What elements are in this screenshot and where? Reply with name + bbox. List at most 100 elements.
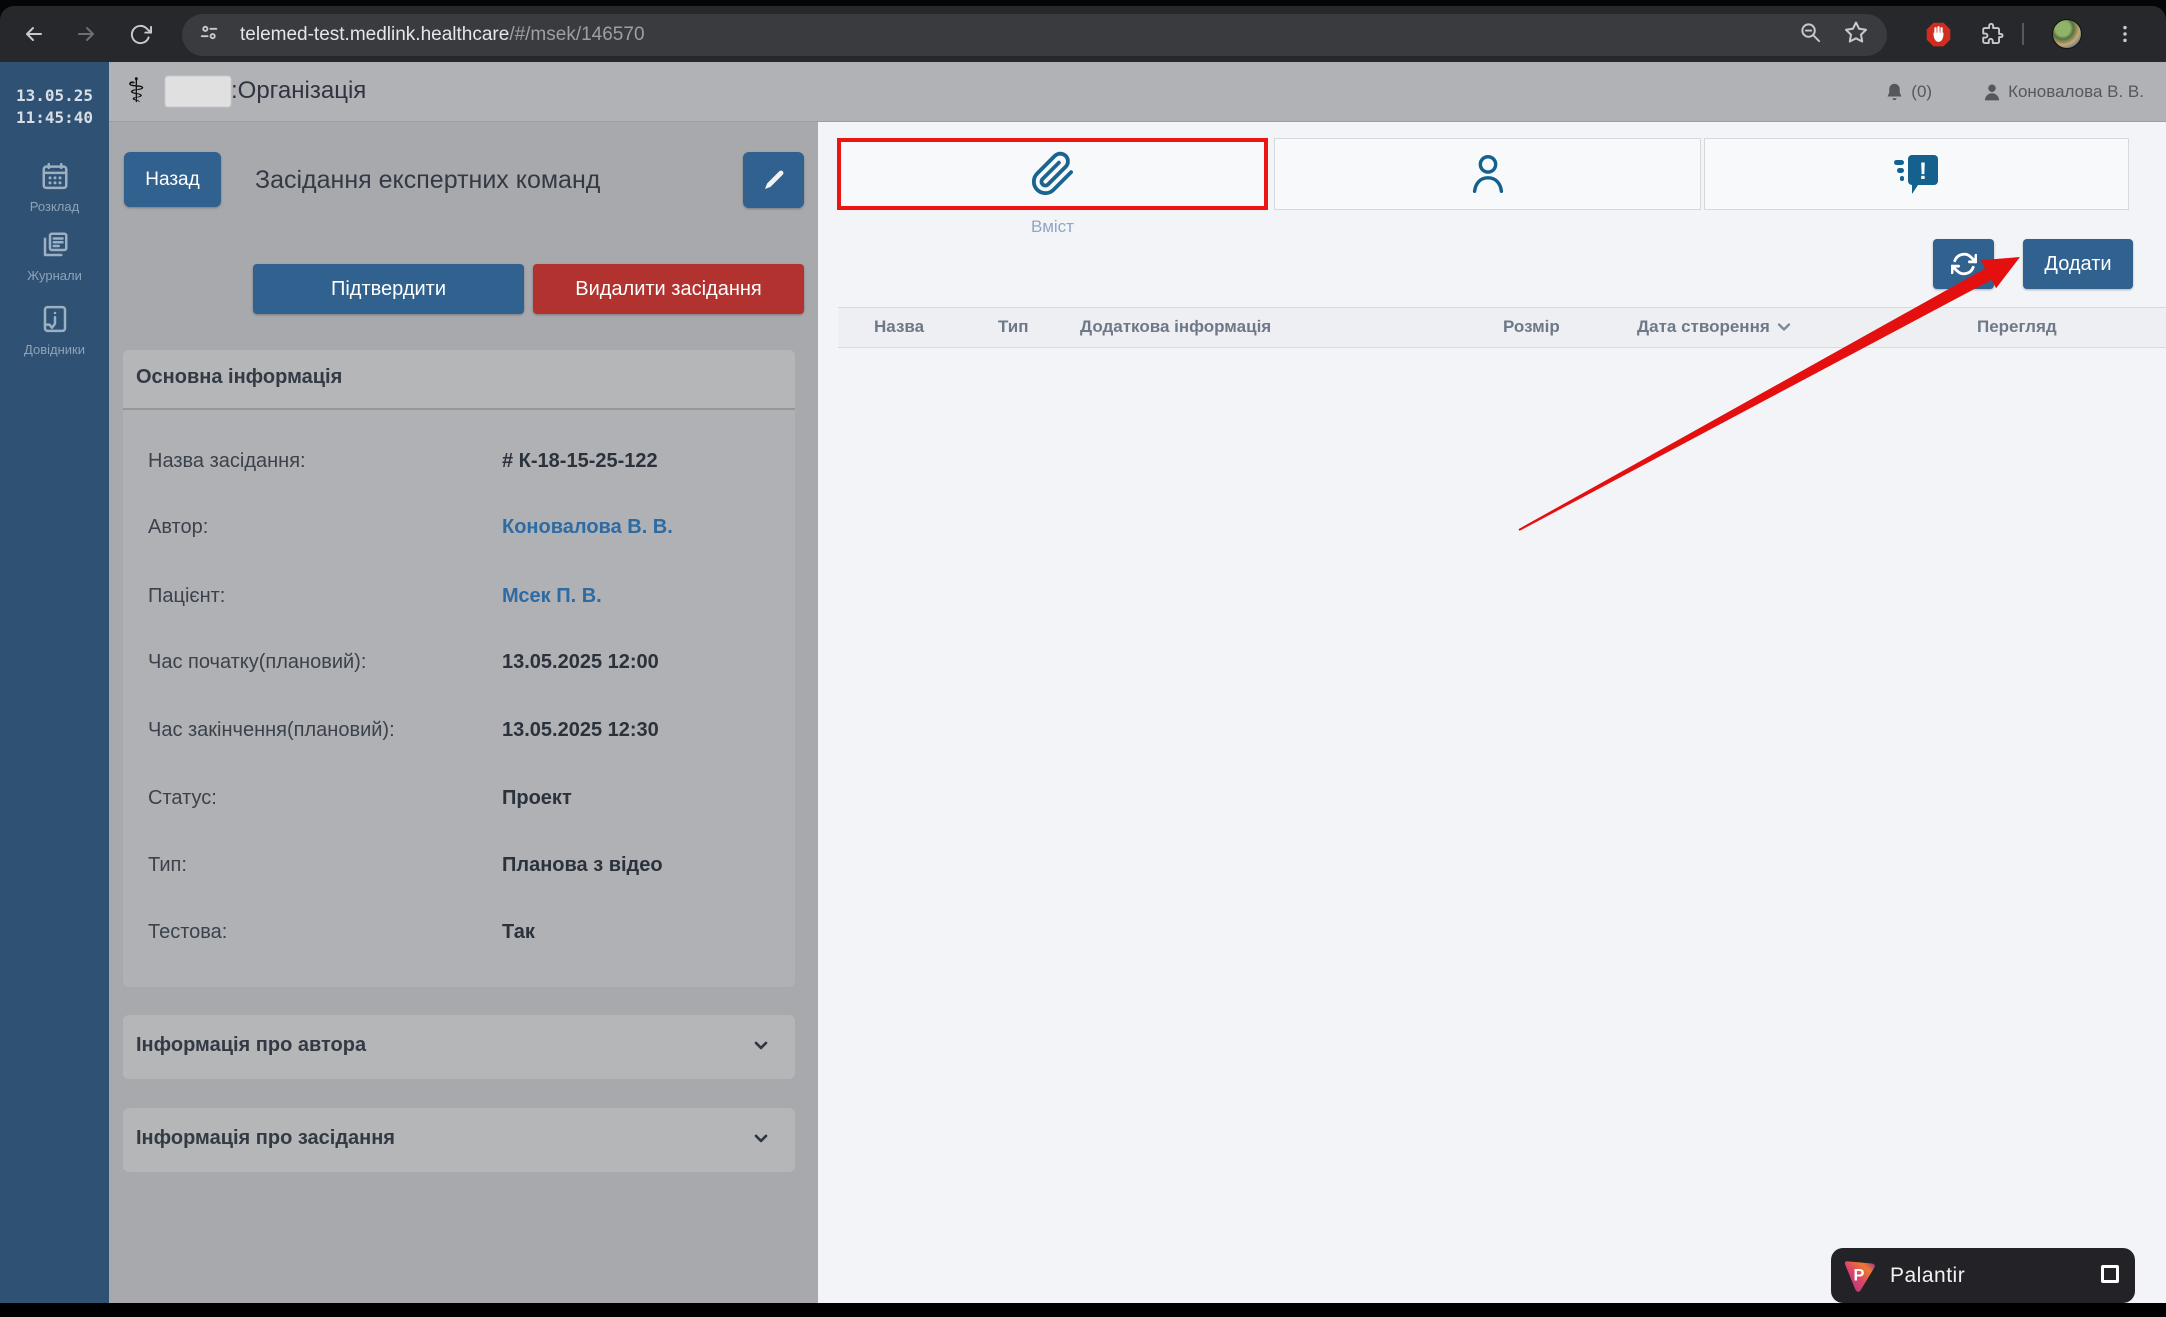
avatar [2052, 19, 2082, 49]
user-name: Коновалова В. В. [2008, 82, 2144, 102]
confirm-button[interactable]: Підтвердити [253, 264, 524, 314]
stop-hand-icon [1925, 21, 1952, 48]
extensions-puzzle-icon[interactable] [1978, 20, 2006, 48]
edit-meeting-button[interactable] [743, 152, 804, 208]
caduceus-icon: ⚕ [127, 69, 145, 113]
calendar-icon [40, 161, 70, 191]
patient-link[interactable]: Мсек П. В. [502, 585, 602, 608]
refresh-icon [1951, 251, 1977, 277]
section-title: Основна інформація [136, 366, 342, 389]
field-label: Статус: [148, 787, 217, 810]
field-row-patient: Пацієнт: Мсек П. В. [123, 585, 795, 615]
field-label: Автор: [148, 516, 208, 539]
content-panel: ! Вміст Додати Назва Тип Додаткова інфор… [818, 122, 2166, 1303]
add-button[interactable]: Додати [2023, 239, 2133, 289]
bookmark-star-icon[interactable] [1844, 21, 1868, 50]
tune-icon [198, 22, 220, 44]
browser-profile-avatar[interactable] [2052, 19, 2082, 49]
field-value: 13.05.2025 12:00 [502, 651, 659, 674]
journals-icon [40, 230, 70, 260]
address-bar[interactable]: telemed-test.medlink.healthcare/#/msek/1… [182, 14, 1887, 56]
field-row-type: Тип: Планова з відео [123, 854, 795, 884]
three-dot-menu-icon [2114, 23, 2136, 45]
back-arrow-icon [22, 22, 46, 46]
field-label: Тестова: [148, 921, 227, 944]
user-menu-button[interactable]: Коновалова В. В. [1982, 82, 2144, 102]
adblock-extension-icon[interactable] [1924, 20, 1952, 48]
author-info-section-toggle[interactable]: Інформація про автора [123, 1015, 795, 1079]
field-value: # К-18-15-25-122 [502, 450, 658, 473]
column-header-size[interactable]: Розмір [1503, 317, 1560, 337]
reference-book-icon [40, 304, 70, 334]
column-header-preview[interactable]: Перегляд [1977, 317, 2057, 337]
field-row-author: Автор: Коновалова В. В. [123, 516, 795, 546]
sidebar-item-journals[interactable]: Журнали [0, 230, 109, 283]
browser-forward-button[interactable] [69, 17, 103, 51]
organization-title: :Організація [231, 77, 366, 105]
url-text[interactable]: telemed-test.medlink.healthcare/#/msek/1… [240, 24, 645, 46]
toolbar-divider [2022, 23, 2024, 45]
tab-participants[interactable] [1274, 138, 1701, 210]
active-tab-label: Вміст [837, 217, 1268, 237]
sidebar-time: 11:45:40 [0, 108, 109, 127]
field-value: Планова з відео [502, 854, 663, 877]
section-title: Інформація про автора [136, 1034, 366, 1057]
zoom-out-icon[interactable] [1799, 21, 1822, 49]
redacted-org-name [165, 76, 231, 107]
field-row-name: Назва засідання: # К-18-15-25-122 [123, 450, 795, 480]
field-row-start-time: Час початку(плановий): 13.05.2025 12:00 [123, 651, 795, 681]
column-header-created-date[interactable]: Дата створення [1637, 317, 1794, 337]
browser-reload-button[interactable] [123, 17, 157, 51]
forward-arrow-icon [74, 22, 98, 46]
refresh-button[interactable] [1933, 239, 1994, 289]
url-host: telemed-test.medlink.healthcare [240, 24, 509, 45]
person-icon [1465, 151, 1511, 197]
reload-icon [129, 23, 152, 46]
bottom-black-strip [0, 1303, 2166, 1317]
tab-messages[interactable]: ! [1704, 138, 2129, 210]
palantir-label: Palantir [1890, 1264, 1965, 1288]
attachments-table-header: Назва Тип Додаткова інформація Розмір Да… [838, 307, 2166, 348]
status-value: Проект [502, 787, 572, 810]
puzzle-icon [1980, 22, 2005, 47]
chat-alert-icon: ! [1893, 152, 1941, 196]
palantir-widget[interactable]: P Palantir [1831, 1248, 2135, 1303]
bell-icon [1884, 82, 1905, 103]
delete-meeting-button[interactable]: Видалити засідання [533, 264, 804, 314]
field-label: Час закінчення(плановий): [148, 719, 395, 742]
column-label: Дата створення [1637, 317, 1770, 337]
sidebar-item-label: Журнали [0, 268, 109, 283]
star-icon [1844, 21, 1868, 45]
site-settings-icon[interactable] [198, 22, 220, 49]
back-button[interactable]: Назад [124, 152, 221, 207]
notifications-count: (0) [1911, 82, 1932, 102]
column-header-type[interactable]: Тип [998, 317, 1028, 337]
author-link[interactable]: Коновалова В. В. [502, 516, 673, 539]
notifications-button[interactable]: (0) [1884, 82, 1932, 103]
browser-back-button[interactable] [17, 17, 51, 51]
header-right-group: (0) Коновалова В. В. [1884, 62, 2144, 122]
sidebar-item-label: Розклад [0, 199, 109, 214]
meeting-info-section-toggle[interactable]: Інформація про засідання [123, 1108, 795, 1172]
user-icon [1982, 82, 2002, 102]
app-header: ⚕ :Організація (0) Коновалова В. В. [109, 62, 2166, 122]
section-title: Інформація про засідання [136, 1127, 395, 1150]
page-title: Засідання експертних команд [255, 166, 600, 195]
restore-window-icon[interactable] [2101, 1265, 2119, 1283]
tab-attachments[interactable] [837, 138, 1268, 210]
paperclip-icon [1030, 151, 1076, 197]
meeting-details-panel: Назад Засідання експертних команд Підтве… [109, 122, 818, 1303]
palantir-logo-icon: P [1840, 1257, 1878, 1295]
field-row-end-time: Час закінчення(плановий): 13.05.2025 12:… [123, 719, 795, 749]
column-header-extra-info[interactable]: Додаткова інформація [1080, 317, 1271, 337]
browser-chrome: telemed-test.medlink.healthcare/#/msek/1… [0, 0, 2166, 62]
sidebar-item-schedule[interactable]: Розклад [0, 161, 109, 214]
sort-chevron-icon [1774, 317, 1794, 337]
column-header-name[interactable]: Назва [874, 317, 924, 337]
sidebar-item-directories[interactable]: Довідники [0, 304, 109, 357]
main-info-header: Основна інформація [123, 350, 795, 410]
main-info-card: Основна інформація Назва засідання: # К-… [123, 350, 795, 987]
pencil-icon [762, 168, 786, 192]
browser-menu-button[interactable] [2110, 19, 2140, 49]
url-path: /#/msek/146570 [509, 24, 644, 45]
